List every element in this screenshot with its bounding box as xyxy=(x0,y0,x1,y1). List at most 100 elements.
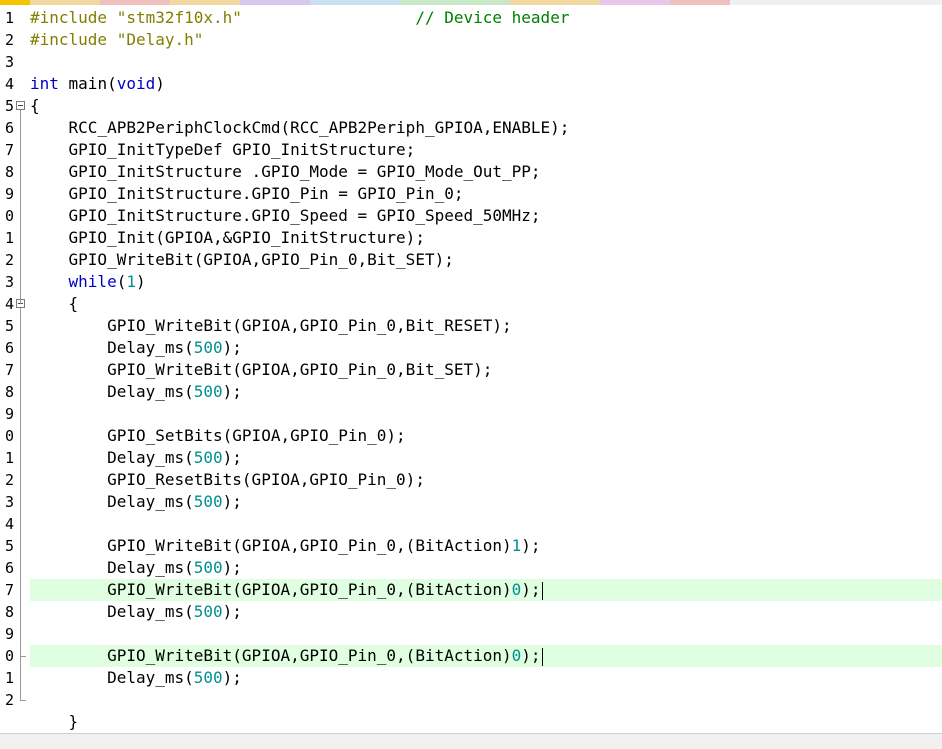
code-line[interactable]: 3 xyxy=(0,51,942,73)
code-text[interactable] xyxy=(30,689,942,711)
code-token: 500 xyxy=(193,338,223,357)
code-text[interactable]: GPIO_SetBits(GPIOA,GPIO_Pin_0); xyxy=(30,425,942,447)
code-line[interactable]: 2 xyxy=(0,689,942,711)
code-text[interactable]: Delay_ms(500); xyxy=(30,381,942,403)
horizontal-scrollbar[interactable] xyxy=(0,733,942,749)
code-line[interactable]: 3 Delay_ms(500); xyxy=(0,491,942,513)
code-text[interactable]: #include "stm32f10x.h" // Device header xyxy=(30,7,942,29)
code-line[interactable]: 7 GPIO_WriteBit(GPIOA,GPIO_Pin_0,Bit_SET… xyxy=(0,359,942,381)
code-line[interactable]: 4 xyxy=(0,513,942,535)
code-line[interactable]: 1 GPIO_Init(GPIOA,&GPIO_InitStructure); xyxy=(0,227,942,249)
line-number: 5 xyxy=(4,317,14,335)
code-text[interactable]: int main(void) xyxy=(30,73,942,95)
code-line[interactable]: 7 GPIO_InitTypeDef GPIO_InitStructure; xyxy=(0,139,942,161)
code-editor[interactable]: 1 #include "stm32f10x.h" // Device header… xyxy=(0,7,942,733)
code-text[interactable]: GPIO_WriteBit(GPIOA,GPIO_Pin_0,Bit_SET); xyxy=(30,359,942,381)
code-text[interactable]: GPIO_WriteBit(GPIOA,GPIO_Pin_0,(BitActio… xyxy=(30,645,942,667)
code-line[interactable]: 8 Delay_ms(500); xyxy=(0,601,942,623)
code-text[interactable] xyxy=(30,403,942,425)
code-text[interactable]: GPIO_InitStructure.GPIO_Pin = GPIO_Pin_0… xyxy=(30,183,942,205)
code-token: GPIO_WriteBit(GPIOA,GPIO_Pin_0,Bit_RESET… xyxy=(30,316,512,335)
fold-minus-icon[interactable] xyxy=(16,101,25,110)
code-text[interactable]: GPIO_InitTypeDef GPIO_InitStructure; xyxy=(30,139,942,161)
code-line[interactable]: 9 xyxy=(0,623,942,645)
code-text[interactable]: GPIO_InitStructure.GPIO_Speed = GPIO_Spe… xyxy=(30,205,942,227)
code-line[interactable]: 6 Delay_ms(500); xyxy=(0,337,942,359)
code-token: Delay_ms( xyxy=(30,602,194,621)
code-line[interactable]: } xyxy=(0,711,942,733)
tab[interactable] xyxy=(400,0,510,5)
code-token: while xyxy=(68,272,117,291)
code-text[interactable]: GPIO_WriteBit(GPIOA,GPIO_Pin_0,(BitActio… xyxy=(30,579,942,601)
code-line[interactable]: 1 Delay_ms(500); xyxy=(0,447,942,469)
fold-line xyxy=(20,308,21,700)
code-line[interactable]: 9 GPIO_InitStructure.GPIO_Pin = GPIO_Pin… xyxy=(0,183,942,205)
line-number: 3 xyxy=(4,493,14,511)
tab[interactable] xyxy=(30,0,100,5)
code-text[interactable]: #include "Delay.h" xyxy=(30,29,942,51)
code-line[interactable]: 6 Delay_ms(500); xyxy=(0,557,942,579)
code-line[interactable]: 2 GPIO_ResetBits(GPIOA,GPIO_Pin_0); xyxy=(0,469,942,491)
tab[interactable] xyxy=(310,0,400,5)
tab[interactable] xyxy=(170,0,240,5)
code-line[interactable]: 2 #include "Delay.h" xyxy=(0,29,942,51)
code-text[interactable]: GPIO_WriteBit(GPIOA,GPIO_Pin_0,Bit_RESET… xyxy=(30,315,942,337)
code-line[interactable]: 5{ xyxy=(0,95,942,117)
code-line[interactable]: 6 RCC_APB2PeriphClockCmd(RCC_APB2Periph_… xyxy=(0,117,942,139)
code-token: Delay_ms( xyxy=(30,338,194,357)
code-text[interactable]: Delay_ms(500); xyxy=(30,601,942,623)
tab[interactable] xyxy=(510,0,600,5)
code-token: 500 xyxy=(193,492,223,511)
code-token: 1 xyxy=(511,536,522,555)
code-token: ); xyxy=(222,448,242,467)
line-number: 2 xyxy=(4,31,14,49)
code-line[interactable]: 5 GPIO_WriteBit(GPIOA,GPIO_Pin_0,(BitAct… xyxy=(0,535,942,557)
code-line[interactable]: 8 Delay_ms(500); xyxy=(0,381,942,403)
tab[interactable] xyxy=(100,0,170,5)
code-text[interactable]: while(1) xyxy=(30,271,942,293)
code-line[interactable]: 4 { xyxy=(0,293,942,315)
code-text[interactable]: } xyxy=(30,711,942,733)
code-text[interactable] xyxy=(30,51,942,73)
code-text[interactable]: { xyxy=(30,95,942,117)
code-line[interactable]: 7 GPIO_WriteBit(GPIOA,GPIO_Pin_0,(BitAct… xyxy=(0,579,942,601)
code-line[interactable]: 8 GPIO_InitStructure .GPIO_Mode = GPIO_M… xyxy=(0,161,942,183)
code-line[interactable]: 0 GPIO_SetBits(GPIOA,GPIO_Pin_0); xyxy=(0,425,942,447)
code-token: GPIO_InitStructure .GPIO_Mode = GPIO_Mod… xyxy=(30,162,541,181)
tab-active[interactable] xyxy=(0,0,30,5)
code-line[interactable]: 1 #include "stm32f10x.h" // Device header xyxy=(0,7,942,29)
line-number: 1 xyxy=(4,449,14,467)
code-text[interactable]: Delay_ms(500); xyxy=(30,667,942,689)
code-line[interactable]: 2 GPIO_WriteBit(GPIOA,GPIO_Pin_0,Bit_SET… xyxy=(0,249,942,271)
line-number: 5 xyxy=(4,537,14,555)
code-line[interactable]: 1 Delay_ms(500); xyxy=(0,667,942,689)
code-token: GPIO_InitStructure.GPIO_Pin = GPIO_Pin_0… xyxy=(30,184,464,203)
code-line[interactable]: 9 xyxy=(0,403,942,425)
code-text[interactable]: GPIO_WriteBit(GPIOA,GPIO_Pin_0,Bit_SET); xyxy=(30,249,942,271)
code-line[interactable]: 5 GPIO_WriteBit(GPIOA,GPIO_Pin_0,Bit_RES… xyxy=(0,315,942,337)
code-text[interactable]: RCC_APB2PeriphClockCmd(RCC_APB2Periph_GP… xyxy=(30,117,942,139)
code-text[interactable] xyxy=(30,513,942,535)
code-text[interactable]: Delay_ms(500); xyxy=(30,447,942,469)
code-line[interactable]: 0 GPIO_WriteBit(GPIOA,GPIO_Pin_0,(BitAct… xyxy=(0,645,942,667)
code-token: 500 xyxy=(193,668,223,687)
code-line[interactable]: 4 int main(void) xyxy=(0,73,942,95)
code-text[interactable]: Delay_ms(500); xyxy=(30,491,942,513)
code-text[interactable]: { xyxy=(30,293,942,315)
code-token: "stm32f10x.h" xyxy=(116,8,242,27)
code-text[interactable]: GPIO_ResetBits(GPIOA,GPIO_Pin_0); xyxy=(30,469,942,491)
code-token: { xyxy=(30,96,40,115)
code-text[interactable]: Delay_ms(500); xyxy=(30,557,942,579)
tab[interactable] xyxy=(670,0,730,5)
code-text[interactable]: GPIO_WriteBit(GPIOA,GPIO_Pin_0,(BitActio… xyxy=(30,535,942,557)
code-text[interactable]: GPIO_InitStructure .GPIO_Mode = GPIO_Mod… xyxy=(30,161,942,183)
code-text[interactable]: GPIO_Init(GPIOA,&GPIO_InitStructure); xyxy=(30,227,942,249)
code-text[interactable]: Delay_ms(500); xyxy=(30,337,942,359)
code-line[interactable]: 3 while(1) xyxy=(0,271,942,293)
code-line[interactable]: 0 GPIO_InitStructure.GPIO_Speed = GPIO_S… xyxy=(0,205,942,227)
tab[interactable] xyxy=(240,0,310,5)
tab-strip[interactable] xyxy=(0,0,942,5)
code-text[interactable] xyxy=(30,623,942,645)
code-token: GPIO_ResetBits(GPIOA,GPIO_Pin_0); xyxy=(30,470,425,489)
tab[interactable] xyxy=(600,0,670,5)
